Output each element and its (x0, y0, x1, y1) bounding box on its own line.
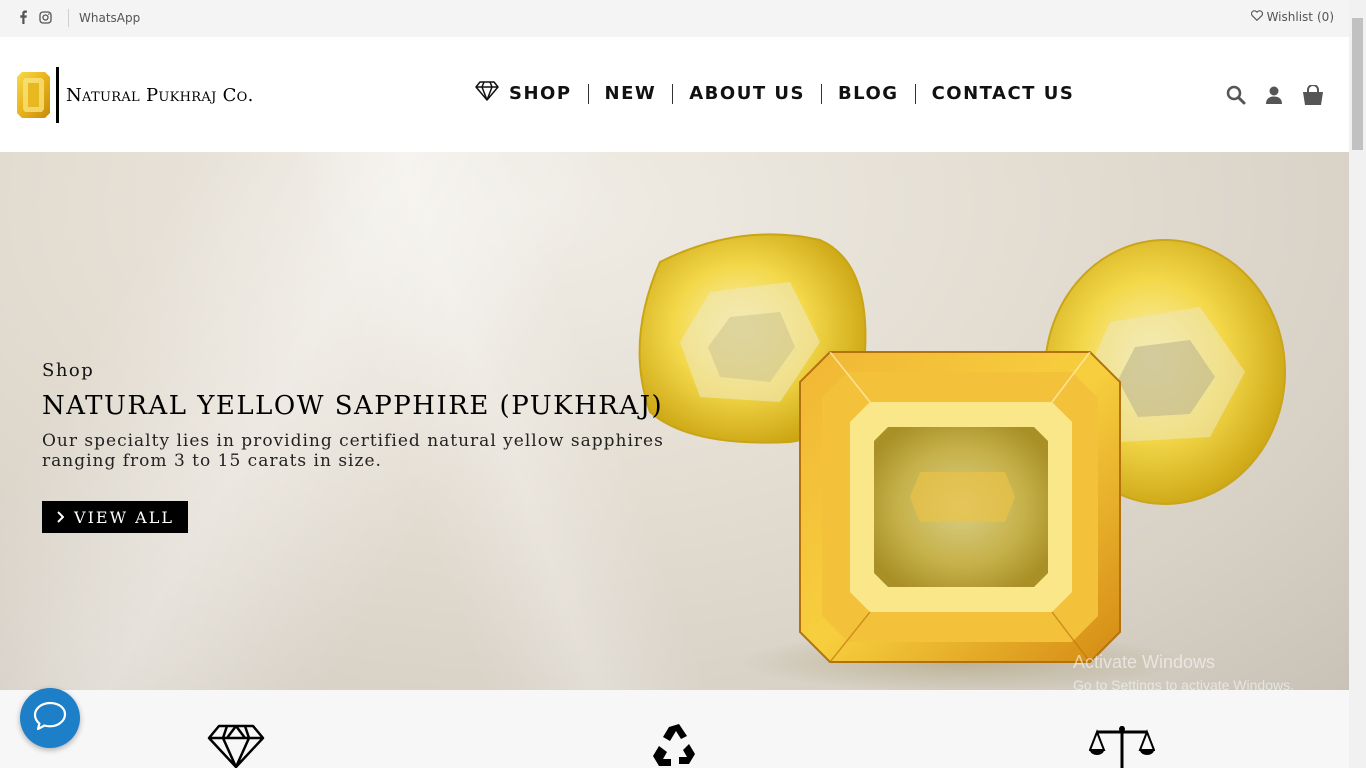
windows-activation-watermark: Activate Windows Go to Settings to activ… (1073, 652, 1294, 690)
nav-new[interactable]: NEW (605, 83, 657, 104)
facebook-icon[interactable] (17, 10, 29, 24)
social-links (17, 10, 52, 24)
diamond-icon (475, 81, 499, 106)
nav-separator (587, 83, 589, 104)
search-icon[interactable] (1226, 85, 1246, 105)
view-all-button[interactable]: VIEW ALL (42, 501, 188, 533)
wishlist-link[interactable]: Wishlist 0 (1250, 10, 1334, 24)
header-actions (1226, 85, 1324, 105)
wishlist-label: Wishlist (1266, 10, 1313, 24)
view-all-label: VIEW ALL (74, 507, 174, 527)
chat-launcher-button[interactable] (20, 688, 80, 748)
chevron-right-icon (56, 508, 65, 527)
brand-logo[interactable]: Natural Pukhraj Co. (16, 67, 254, 123)
topbar-divider (68, 9, 69, 27)
hero-title: NATURAL YELLOW SAPPHIRE (PUKHRAJ) (42, 391, 664, 421)
scales-icon (1088, 724, 1156, 768)
watermark-line1: Activate Windows (1073, 652, 1216, 672)
wishlist-count: 0 (1317, 10, 1334, 24)
nav-separator (672, 83, 674, 104)
top-utility-bar: WhatsApp Wishlist 0 (0, 0, 1349, 37)
chat-bubble-icon (33, 701, 67, 735)
brand-name: Natural Pukhraj Co. (66, 84, 254, 106)
nav-shop[interactable]: SHOP (475, 81, 572, 106)
cart-icon[interactable] (1302, 85, 1324, 105)
user-icon[interactable] (1266, 86, 1282, 104)
hero-kicker: Shop (42, 360, 95, 381)
page-scrollbar[interactable] (1349, 0, 1366, 768)
hero-text: Shop NATURAL YELLOW SAPPHIRE (PUKHRAJ) O… (42, 360, 732, 471)
hero-banner: Shop NATURAL YELLOW SAPPHIRE (PUKHRAJ) O… (0, 152, 1349, 690)
logo-divider (56, 67, 59, 123)
main-nav: SHOP NEW ABOUT US BLOG CONTACT US (475, 81, 1074, 106)
nav-separator (914, 83, 916, 104)
nav-about-us[interactable]: ABOUT US (689, 83, 805, 104)
whatsapp-link[interactable]: WhatsApp (79, 11, 140, 25)
recycle-icon (649, 724, 701, 768)
logo-gem-icon (17, 72, 50, 118)
nav-shop-label: SHOP (509, 83, 572, 104)
instagram-icon[interactable] (39, 10, 52, 24)
features-strip (0, 690, 1349, 768)
diamond-outline-icon (207, 724, 265, 768)
nav-contact-us[interactable]: CONTACT US (932, 83, 1075, 104)
heart-icon (1250, 10, 1263, 24)
hero-description: Our specialty lies in providing certifie… (42, 431, 664, 471)
nav-blog[interactable]: BLOG (838, 83, 899, 104)
scrollbar-thumb[interactable] (1352, 18, 1363, 150)
site-header: Natural Pukhraj Co. SHOP NEW ABOUT US BL… (0, 37, 1349, 152)
nav-separator (820, 83, 822, 104)
watermark-line2: Go to Settings to activate Windows. (1073, 677, 1294, 690)
